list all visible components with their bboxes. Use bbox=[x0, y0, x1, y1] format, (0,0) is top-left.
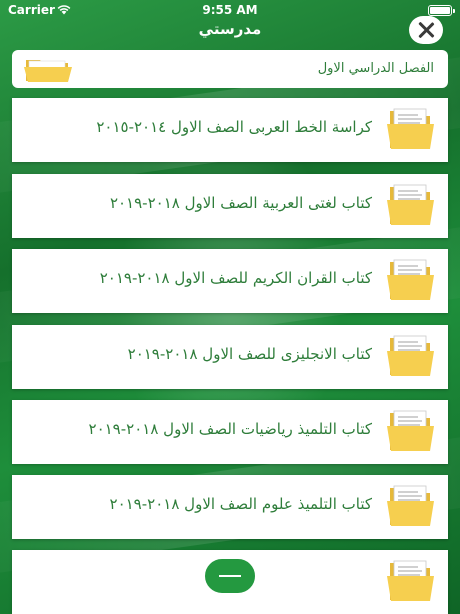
book-item[interactable]: كتاب الانجليزى للصف الاول ٢٠١٨-٢٠١٩ bbox=[12, 325, 448, 389]
folder-icon bbox=[24, 60, 72, 82]
battery-icon bbox=[428, 5, 455, 16]
semester-header[interactable]: الفصل الدراسي الاول bbox=[12, 50, 448, 88]
book-item[interactable]: كتاب التلميذ علوم الصف الاول ٢٠١٨-٢٠١٩ bbox=[12, 475, 448, 539]
book-title: كراسة الخط العربى الصف الاول ٢٠١٤-٢٠١٥ bbox=[96, 118, 372, 136]
folder-document-icon bbox=[387, 560, 434, 601]
status-bar: Carrier 9:55 AM bbox=[0, 0, 460, 20]
close-button[interactable] bbox=[409, 16, 443, 44]
book-title: كتاب الانجليزى للصف الاول ٢٠١٨-٢٠١٩ bbox=[127, 345, 372, 363]
book-title: كتاب التلميذ علوم الصف الاول ٢٠١٨-٢٠١٩ bbox=[109, 495, 372, 513]
folder-document-icon bbox=[387, 410, 434, 451]
close-icon bbox=[418, 22, 434, 38]
folder-document-icon bbox=[387, 335, 434, 376]
folder-document-icon bbox=[387, 184, 434, 225]
home-button[interactable] bbox=[203, 557, 257, 595]
navigation-bar: مدرستي bbox=[0, 20, 460, 44]
semester-label: الفصل الدراسي الاول bbox=[317, 61, 434, 76]
home-button-line bbox=[219, 575, 241, 577]
book-item[interactable]: كتاب لغتى العربية الصف الاول ٢٠١٨-٢٠١٩ bbox=[12, 174, 448, 238]
book-item[interactable]: كتاب القران الكريم للصف الاول ٢٠١٨-٢٠١٩ bbox=[12, 249, 448, 313]
folder-document-icon bbox=[387, 259, 434, 300]
status-time: 9:55 AM bbox=[202, 3, 258, 17]
folder-document-icon bbox=[387, 108, 434, 149]
book-title: كتاب التلميذ رياضيات الصف الاول ٢٠١٨-٢٠١… bbox=[88, 420, 372, 438]
book-title: كتاب القران الكريم للصف الاول ٢٠١٨-٢٠١٩ bbox=[99, 269, 372, 287]
page-title: مدرستي bbox=[198, 20, 262, 38]
book-title: كتاب لغتى العربية الصف الاول ٢٠١٨-٢٠١٩ bbox=[109, 194, 372, 212]
book-item[interactable]: كراسة الخط العربى الصف الاول ٢٠١٤-٢٠١٥ bbox=[12, 98, 448, 162]
folder-document-icon bbox=[387, 485, 434, 526]
book-item[interactable]: كتاب التلميذ رياضيات الصف الاول ٢٠١٨-٢٠١… bbox=[12, 400, 448, 464]
